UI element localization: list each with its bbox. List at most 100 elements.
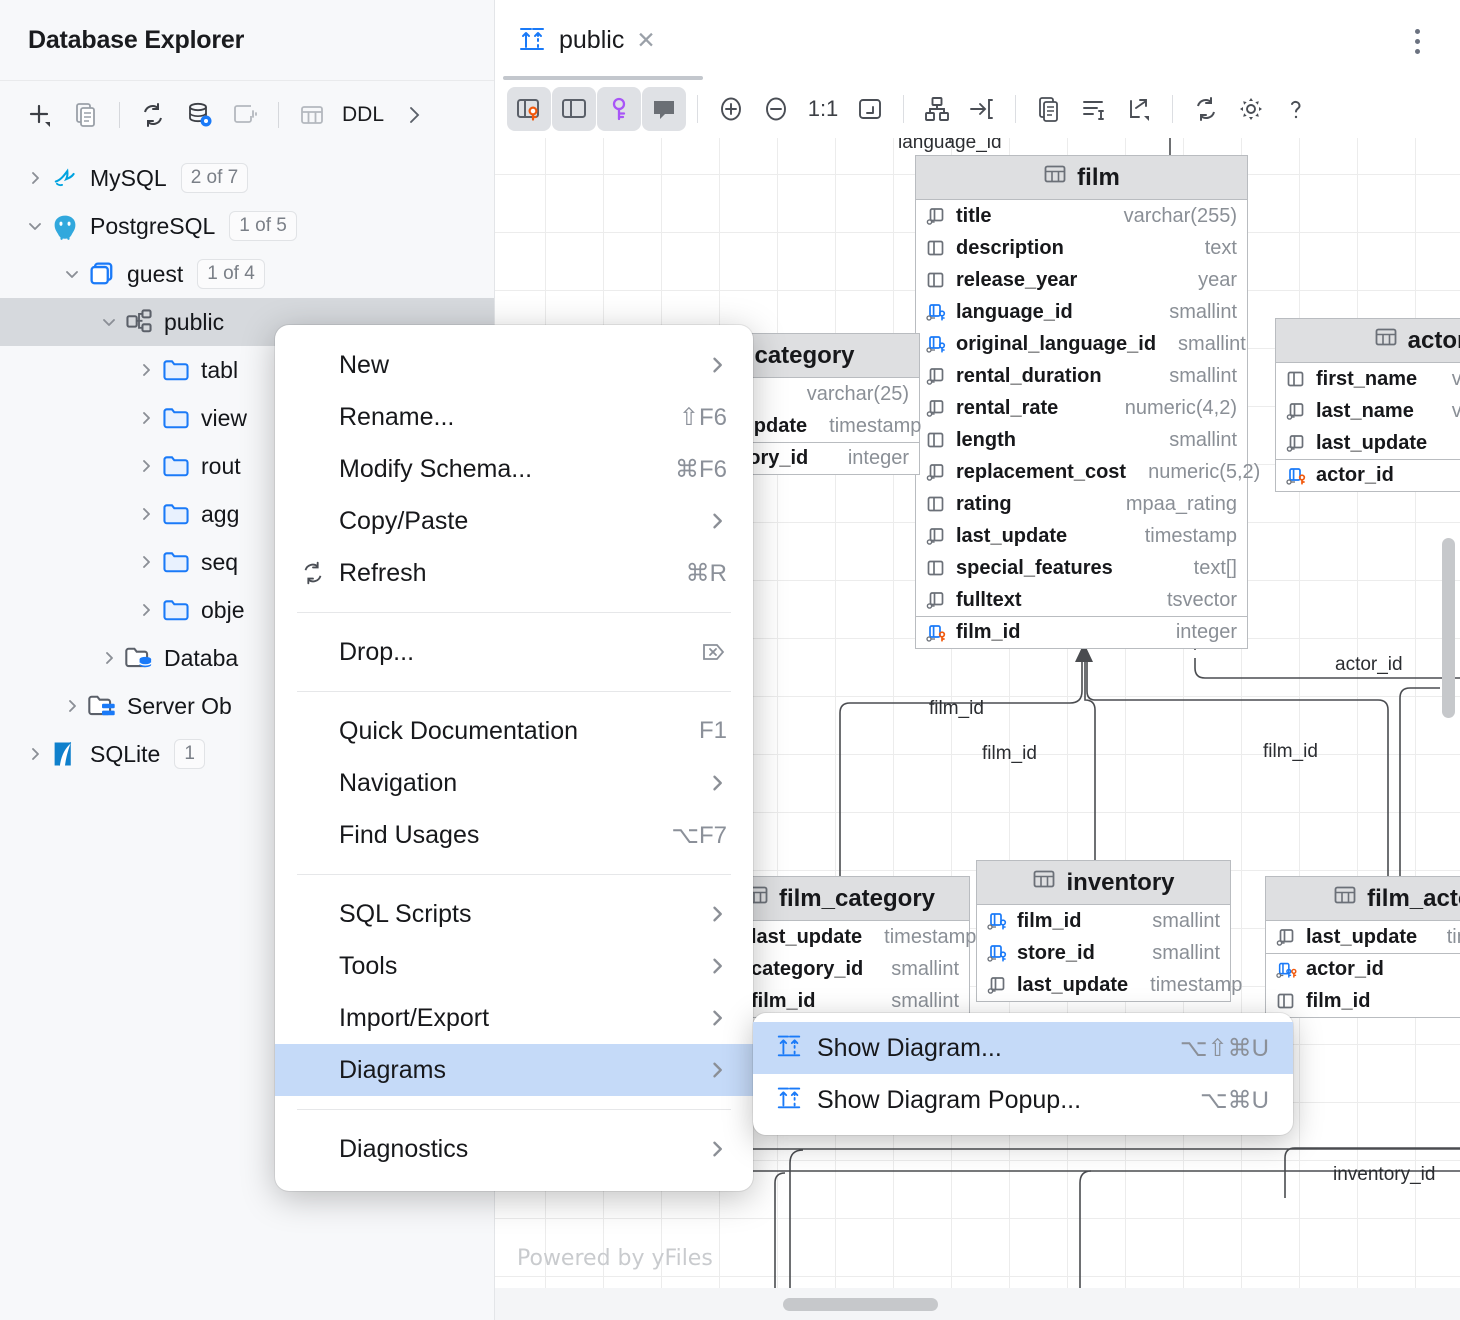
menu-item-find-usages[interactable]: Find Usages⌥F7 [275,809,753,861]
table-column-row[interactable]: ratingmpaa_rating [916,488,1247,520]
column-type: smallint [877,958,959,981]
menu-item-rename[interactable]: Rename...⇧F6 [275,391,753,443]
menu-item-quick-documentation[interactable]: Quick DocumentationF1 [275,705,753,757]
table-column-row[interactable]: store_idsmallint [977,937,1230,969]
gear-icon[interactable] [1229,87,1273,131]
column-type: timestamp [1131,525,1237,548]
table-icon[interactable] [290,95,334,135]
tree-item-mysql[interactable]: MySQL2 of 7 [0,154,494,202]
table-column-row[interactable]: lengthsmallint [916,424,1247,456]
menu-item-diagnostics[interactable]: Diagnostics [275,1123,753,1175]
chevron-right-icon[interactable] [133,458,159,474]
table-column-row[interactable]: language_idsmallint [916,296,1247,328]
menu-item-modify-schema[interactable]: Modify Schema...⌘F6 [275,443,753,495]
menu-item-copy-paste[interactable]: Copy/Paste [275,495,753,547]
list-cursor-icon[interactable] [1072,87,1116,131]
chevron-right-icon[interactable] [133,506,159,522]
diagram-table-inventory[interactable]: inventoryfilm_idsmallintstore_idsmallint… [976,860,1231,1002]
question-mark-icon[interactable] [1274,87,1318,131]
table-column-row[interactable]: actor_idsmallint [1266,953,1460,985]
minus-circle-icon[interactable] [754,87,798,131]
table-column-row[interactable]: film_idinteger [916,616,1247,648]
comment-icon[interactable] [642,87,686,131]
diagram-table-film[interactable]: film title varchar(255) descriptiontextrele… [915,155,1248,649]
tree-item-guest[interactable]: guest1 of 4 [0,250,494,298]
chevron-right-icon[interactable] [59,698,85,714]
close-icon[interactable]: ✕ [636,29,655,52]
horizontal-scrollbar[interactable] [783,1298,938,1311]
table-column-row[interactable]: release_yearyear [916,264,1247,296]
menu-item-refresh[interactable]: Refresh⌘R [275,547,753,599]
menu-item-navigation[interactable]: Navigation [275,757,753,809]
tree-item-badge: 1 of 5 [229,211,297,241]
chevron-right-icon[interactable] [392,95,436,135]
table-column-row[interactable]: descriptiontext [916,232,1247,264]
table-column-row[interactable]: last_updatetimestamp [977,969,1230,1001]
chevron-right-icon[interactable] [133,554,159,570]
vertical-scrollbar[interactable] [1442,538,1455,718]
tree-item-postgresql[interactable]: PostgreSQL1 of 5 [0,202,494,250]
table-column-row[interactable]: last_updatetimestamp [1266,921,1460,953]
menu-item-tools[interactable]: Tools [275,940,753,992]
diagrams-submenu[interactable]: Show Diagram...⌥⇧⌘UShow Diagram Popup...… [753,1013,1293,1135]
menu-item-new[interactable]: New [275,339,753,391]
ddl-button[interactable]: DDL [336,103,390,127]
menu-item-sql-scripts[interactable]: SQL Scripts [275,888,753,940]
menu-item-diagrams[interactable]: Diagrams [275,1044,753,1096]
chevron-right-icon[interactable] [22,170,48,186]
column-name: last_update [1316,432,1427,455]
arrow-into-bracket-icon[interactable] [960,87,1004,131]
submenu-item-show-diagram-popup[interactable]: Show Diagram Popup...⌥⌘U [753,1074,1293,1126]
more-vertical-icon[interactable] [1402,26,1432,56]
menu-item-shortcut: ⌘F6 [675,455,727,484]
chevron-right-icon[interactable] [96,650,122,666]
table-column-row[interactable]: rental_ratenumeric(4,2) [916,392,1247,424]
chevron-right-icon[interactable] [22,746,48,762]
table-column-row[interactable]: last_updatetimestamp [1276,427,1460,459]
add-button[interactable] [18,95,62,135]
copy-icon[interactable] [64,95,108,135]
key-icon[interactable] [597,87,641,131]
disconnect-icon[interactable] [223,95,267,135]
table-split-icon[interactable] [552,87,596,131]
submenu-item-show-diagram[interactable]: Show Diagram...⌥⇧⌘U [753,1022,1293,1074]
table-column-row[interactable]: original_language_idsmallint [916,328,1247,360]
chevron-down-icon[interactable] [22,218,48,234]
table-column-row[interactable]: actor_idinteger [1276,459,1460,491]
table-column-row[interactable]: replacement_costnumeric(5,2) [916,456,1247,488]
table-column-row[interactable]: first_namevarchar(45) [1276,363,1460,395]
table-column-row[interactable]: last_updatetimestamp [916,520,1247,552]
table-column-row[interactable]: fulltexttsvector [916,584,1247,616]
refresh-icon[interactable] [131,95,175,135]
chevron-right-icon[interactable] [133,602,159,618]
hierarchy-icon[interactable] [915,87,959,131]
column-type: varchar(255) [1110,205,1237,228]
table-column-row[interactable]: rental_durationsmallint [916,360,1247,392]
table-column-row[interactable]: film_idsmallint [1266,985,1460,1017]
chevron-right-icon[interactable] [133,362,159,378]
table-column-row[interactable]: film_idsmallint [977,905,1230,937]
menu-item-import-export[interactable]: Import/Export [275,992,753,1044]
chevron-right-icon[interactable] [133,410,159,426]
column-name: title [956,205,992,228]
diagram-table-film_actor[interactable]: film_actorlast_updatetimestampactor_idsm… [1265,876,1460,1018]
copy-icon[interactable] [1027,87,1071,131]
table-header: film [916,156,1247,200]
columns-key-icon[interactable] [507,87,551,131]
chevron-down-icon[interactable] [96,314,122,330]
column-type: text[] [1180,557,1237,580]
fit-screen-icon[interactable] [848,87,892,131]
table-column-row[interactable]: title varchar(255) [916,200,1247,232]
refresh-icon[interactable] [1184,87,1228,131]
diagram-table-actor[interactable]: actorfirst_namevarchar(45)last_namevarch… [1275,318,1460,492]
chevron-down-icon[interactable] [59,266,85,282]
context-menu[interactable]: NewRename...⇧F6Modify Schema...⌘F6Copy/P… [275,325,753,1191]
database-settings-icon[interactable] [177,95,221,135]
export-arrow-icon[interactable] [1117,87,1161,131]
tab-public[interactable]: public ✕ [495,0,710,80]
table-column-row[interactable]: last_namevarchar(45) [1276,395,1460,427]
plus-circle-icon[interactable] [709,87,753,131]
menu-item-drop[interactable]: Drop... [275,626,753,678]
table-column-row[interactable]: special_featurestext[] [916,552,1247,584]
actual-size-button[interactable]: 1:1 [799,87,847,131]
